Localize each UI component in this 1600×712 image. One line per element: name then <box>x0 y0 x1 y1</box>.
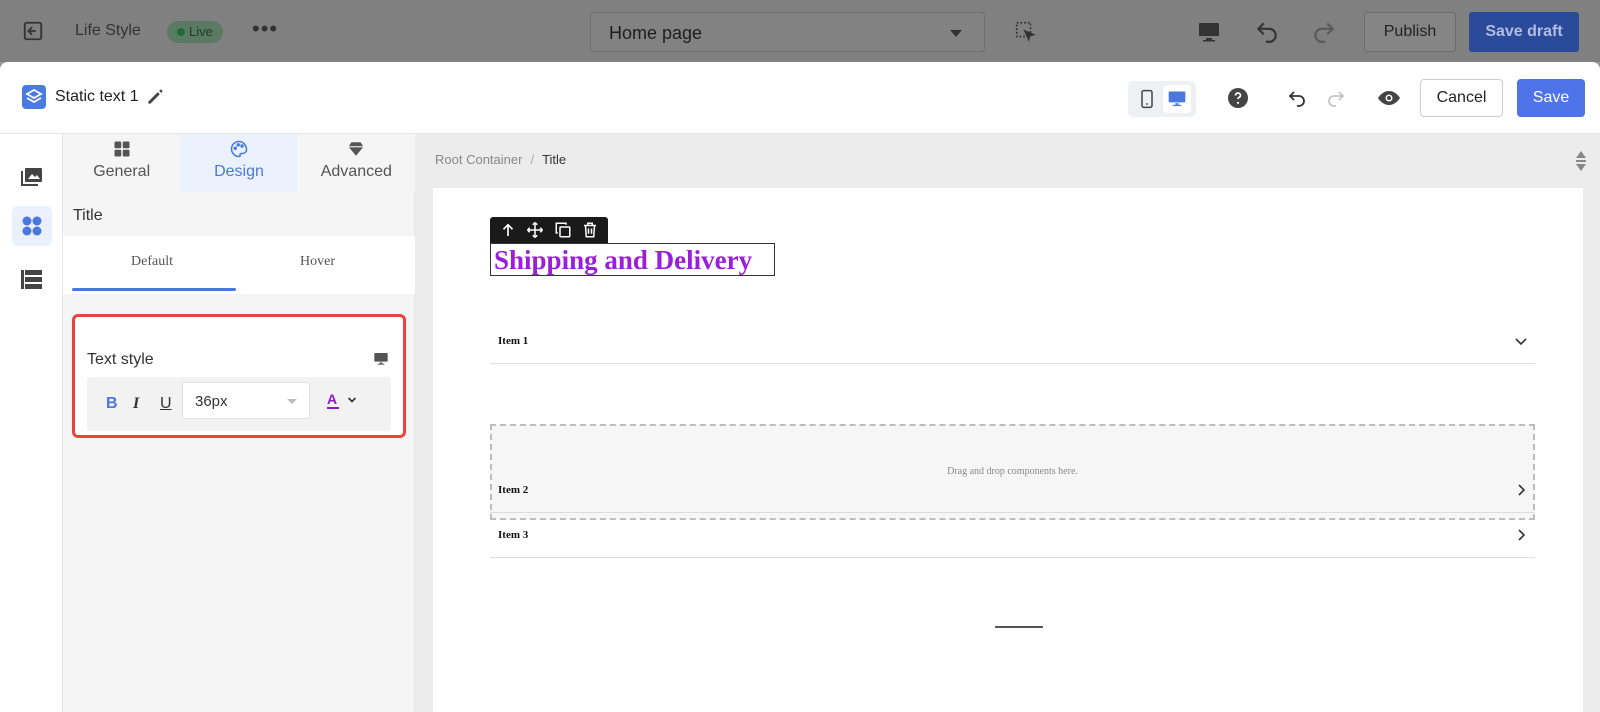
select-tool-icon[interactable] <box>1014 20 1036 42</box>
editor-header: Static text 1 Cancel Save <box>0 62 1600 134</box>
text-style-label: Text style <box>87 351 154 368</box>
text-style-card: Text style B I U 36px A <box>72 314 406 438</box>
more-options-icon[interactable]: ••• <box>252 16 278 42</box>
editor-canvas: Root Container / Title Shipping and Delive… <box>415 134 1600 712</box>
site-name: Life Style <box>75 22 141 39</box>
heading-text: Shipping and Delivery <box>494 245 753 275</box>
tab-design[interactable]: Design <box>180 134 298 192</box>
stack-list-icon <box>21 270 42 289</box>
italic-button[interactable]: I <box>133 395 139 413</box>
chevron-right-icon <box>1518 484 1526 496</box>
breadcrumb-separator: / <box>530 152 535 167</box>
tab-design-label: Design <box>214 163 264 180</box>
help-icon[interactable] <box>1226 86 1250 110</box>
accordion-item-label: Item 2 <box>498 484 529 496</box>
breadcrumb-current: Title <box>542 152 567 167</box>
caret-down-icon <box>950 30 962 37</box>
move-icon[interactable] <box>524 219 546 241</box>
cancel-button[interactable]: Cancel <box>1420 79 1503 117</box>
save-draft-button[interactable]: Save draft <box>1469 12 1579 52</box>
page-preview: Shipping and Delivery Item 1 Drag and dr… <box>433 188 1583 712</box>
breadcrumb: Root Container / Title <box>435 152 566 167</box>
text-color-picker[interactable]: A <box>327 391 363 413</box>
section-title: Title <box>73 207 103 224</box>
preview-eye-icon[interactable] <box>1377 86 1401 110</box>
state-tab-default[interactable]: Default <box>131 254 173 270</box>
publish-button[interactable]: Publish <box>1364 12 1456 52</box>
save-button[interactable]: Save <box>1517 79 1585 117</box>
settings-panel: General Design Advanced Title Default Ho… <box>63 134 415 712</box>
accordion-item[interactable]: Item 2 <box>490 468 1535 513</box>
component-title: Static text 1 <box>55 88 139 105</box>
pencil-icon[interactable] <box>145 87 165 107</box>
mobile-icon[interactable] <box>1133 85 1161 113</box>
trash-icon[interactable] <box>579 219 601 241</box>
scroll-handle-icon[interactable] <box>1574 150 1588 172</box>
underline-button[interactable]: U <box>160 395 172 413</box>
grid-icon <box>114 141 130 157</box>
page-select-value: Home page <box>609 23 703 43</box>
font-size-select[interactable]: 36px <box>182 382 310 419</box>
accordion-item-label: Item 1 <box>498 335 529 347</box>
duplicate-icon[interactable] <box>552 219 574 241</box>
font-size-value: 36px <box>195 393 228 410</box>
page-select[interactable]: Home page <box>590 12 985 52</box>
chevron-down-icon <box>1515 338 1527 346</box>
exit-icon[interactable] <box>22 20 44 42</box>
tab-advanced[interactable]: Advanced <box>298 134 415 192</box>
tab-advanced-label: Advanced <box>320 163 392 180</box>
text-color-swatch <box>327 407 339 409</box>
state-tabs: Default Hover <box>63 236 415 294</box>
editor-modal: Static text 1 Cancel Save General Design… <box>0 62 1600 712</box>
palette-icon <box>230 140 248 158</box>
text-color-icon: A <box>327 391 338 407</box>
rail-item-media[interactable] <box>12 156 52 196</box>
element-toolbar <box>490 217 608 243</box>
components-icon <box>22 216 42 236</box>
layers-icon <box>22 85 46 109</box>
arrow-up-icon[interactable] <box>497 219 519 241</box>
undo-icon[interactable] <box>1286 86 1310 110</box>
image-gallery-icon <box>21 168 42 186</box>
resize-handle[interactable] <box>995 626 1043 628</box>
text-format-toolbar: B I U 36px A <box>87 377 391 431</box>
live-badge: Live <box>167 21 223 43</box>
accordion-item[interactable]: Item 3 <box>490 513 1535 558</box>
chevron-right-icon <box>1518 529 1526 541</box>
caret-down-icon <box>287 399 297 404</box>
tab-general-label: General <box>93 163 151 180</box>
desktop-icon[interactable] <box>1163 85 1191 113</box>
diamond-icon <box>348 142 364 156</box>
desktop-icon[interactable] <box>1197 20 1221 44</box>
device-toggle <box>1128 81 1196 117</box>
background-top-bar: Life Style Live ••• Home page Publish Sa… <box>0 0 1600 62</box>
tab-general[interactable]: General <box>63 134 180 192</box>
left-icon-rail <box>0 134 63 712</box>
state-tab-hover[interactable]: Hover <box>300 254 335 270</box>
rail-item-components[interactable] <box>12 206 52 246</box>
rail-item-layers[interactable] <box>12 259 52 299</box>
accordion-item[interactable]: Item 1 <box>490 319 1535 364</box>
desktop-icon[interactable] <box>373 351 389 367</box>
undo-icon[interactable] <box>1254 18 1280 44</box>
active-tab-indicator <box>72 288 236 291</box>
bold-button[interactable]: B <box>106 395 118 413</box>
selected-heading[interactable]: Shipping and Delivery <box>490 243 775 276</box>
breadcrumb-root[interactable]: Root Container <box>435 152 522 167</box>
redo-icon[interactable] <box>1311 18 1337 44</box>
settings-tabs: General Design Advanced <box>63 134 415 192</box>
redo-icon[interactable] <box>1323 86 1347 110</box>
chevron-down-icon <box>347 397 357 403</box>
accordion-item-label: Item 3 <box>498 529 529 541</box>
